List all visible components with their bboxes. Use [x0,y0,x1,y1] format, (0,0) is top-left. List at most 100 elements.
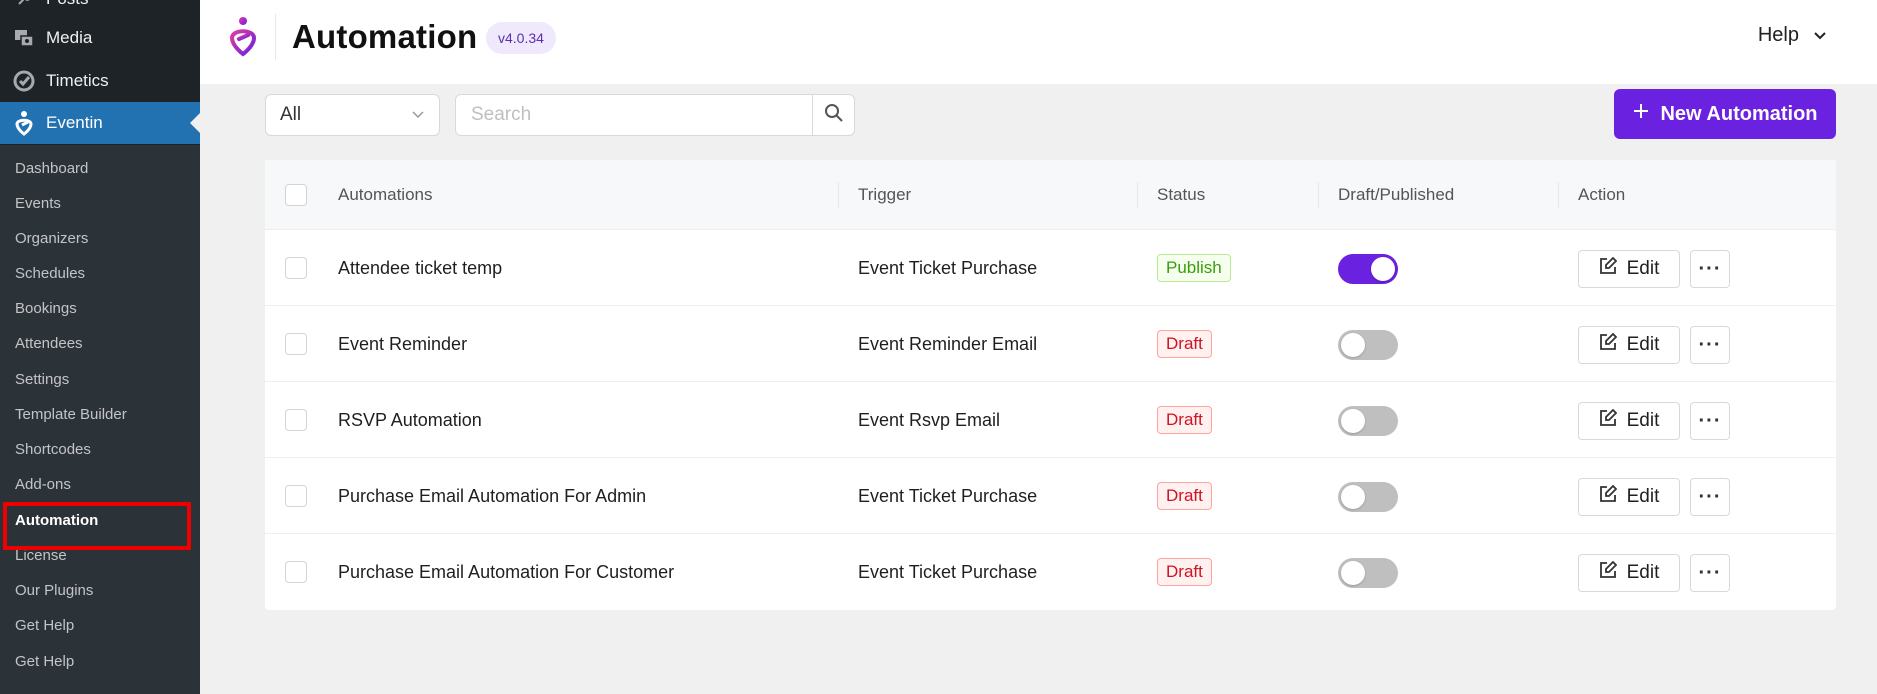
automations-table: Automations Trigger Status Draft/Publish… [265,160,1836,610]
submenu-item-schedules[interactable]: Schedules [15,262,85,286]
new-automation-button[interactable]: New Automation [1614,89,1836,139]
active-indicator [190,113,200,133]
trigger-name: Event Ticket Purchase [858,486,1038,506]
chevron-down-icon [411,104,425,126]
submenu-item-events[interactable]: Events [15,192,61,216]
sidebar-item-label: Timetics [46,71,109,90]
edit-button[interactable]: Edit [1578,554,1680,592]
select-all-checkbox[interactable] [285,184,307,206]
more-icon: ··· [1698,333,1722,356]
status-badge: Draft [1157,330,1212,358]
new-automation-label: New Automation [1660,102,1818,125]
trigger-name: Event Ticket Purchase [858,258,1038,278]
edit-label: Edit [1626,334,1660,355]
table-row: Purchase Email Automation For Customer E… [265,534,1836,610]
more-icon: ··· [1698,485,1722,508]
publish-toggle[interactable] [1338,406,1398,436]
more-icon: ··· [1698,409,1722,432]
header-divider [275,14,276,60]
column-header-status: Status [1157,185,1206,204]
edit-icon [1599,560,1617,585]
automation-name: RSVP Automation [338,410,482,430]
more-icon: ··· [1698,257,1722,280]
edit-button[interactable]: Edit [1578,478,1680,516]
page-header: Automation v4.0.34 Help [200,0,1877,84]
edit-button[interactable]: Edit [1578,250,1680,288]
automation-name: Purchase Email Automation For Customer [338,562,675,582]
table-row: Purchase Email Automation For Admin Even… [265,458,1836,534]
row-checkbox[interactable] [285,257,307,279]
edit-button[interactable]: Edit [1578,402,1680,440]
submenu-item-add-ons[interactable]: Add-ons [15,473,71,497]
help-label: Help [1757,24,1799,46]
sidebar-item-eventin[interactable]: Eventin [0,102,200,144]
submenu-item-template-builder[interactable]: Template Builder [15,403,127,427]
row-checkbox[interactable] [285,561,307,583]
submenu-item-organizers[interactable]: Organizers [15,227,88,251]
more-actions-button[interactable]: ··· [1690,478,1730,516]
trigger-name: Event Reminder Email [858,334,1038,354]
eventin-icon [10,109,38,137]
column-divider [1558,182,1559,208]
submenu-item-dashboard[interactable]: Dashboard [15,157,88,181]
submenu-item-get-help[interactable]: Get Help [15,614,74,638]
column-divider [838,182,839,208]
version-badge: v4.0.34 [486,22,556,54]
status-badge: Draft [1157,482,1212,510]
submenu-item-shortcodes[interactable]: Shortcodes [15,438,91,462]
search-button[interactable] [812,95,854,135]
toggle-knob [1371,257,1395,281]
toggle-knob [1341,561,1365,585]
submenu-item-settings[interactable]: Settings [15,368,69,392]
submenu-item-attendees[interactable]: Attendees [15,332,83,356]
trigger-name: Event Ticket Purchase [858,562,1038,582]
publish-toggle[interactable] [1338,558,1398,588]
edit-icon [1599,408,1617,433]
submenu-item-our-plugins[interactable]: Our Plugins [15,579,93,603]
help-menu[interactable]: Help [1758,24,1827,47]
submenu-item-get-help-2[interactable]: Get Help [15,650,74,674]
more-actions-button[interactable]: ··· [1690,250,1730,288]
edit-button[interactable]: Edit [1578,326,1680,364]
edit-icon [1599,332,1617,357]
filter-value: All [280,104,302,125]
column-divider [1318,182,1319,208]
more-actions-button[interactable]: ··· [1690,402,1730,440]
edit-label: Edit [1626,486,1660,507]
row-checkbox[interactable] [285,333,307,355]
table-row: Attendee ticket temp Event Ticket Purcha… [265,230,1836,306]
eventin-submenu: Dashboard Events Organizers Schedules Bo… [0,145,200,694]
toggle-knob [1341,333,1365,357]
column-header-action: Action [1578,185,1626,204]
edit-label: Edit [1626,562,1660,583]
status-badge: Publish [1157,254,1231,282]
more-actions-button[interactable]: ··· [1690,326,1730,364]
publish-toggle[interactable] [1338,330,1398,360]
toggle-knob [1341,409,1365,433]
sidebar-item-media[interactable]: Media [0,17,200,59]
table-row: Event Reminder Event Reminder Email Draf… [265,306,1836,382]
publish-toggle[interactable] [1338,482,1398,512]
table-header: Automations Trigger Status Draft/Publish… [265,160,1836,230]
more-icon: ··· [1698,561,1722,584]
status-filter-select[interactable]: All [265,94,440,136]
search-input[interactable] [456,95,812,135]
admin-sidebar: Posts Media Timetics Eventin Dashboard E… [0,0,200,694]
submenu-item-bookings[interactable]: Bookings [15,297,77,321]
row-checkbox[interactable] [285,485,307,507]
row-checkbox[interactable] [285,409,307,431]
more-actions-button[interactable]: ··· [1690,554,1730,592]
search-box [455,94,855,136]
sidebar-item-timetics[interactable]: Timetics [0,60,200,102]
chevron-down-icon [1813,24,1827,47]
status-badge: Draft [1157,558,1212,586]
publish-toggle[interactable] [1338,254,1398,284]
status-badge: Draft [1157,406,1212,434]
timetics-icon [10,67,38,95]
pin-icon [10,0,38,13]
sidebar-item-label: Posts [46,0,89,9]
edit-icon [1599,256,1617,281]
trigger-name: Event Rsvp Email [858,410,1001,430]
search-icon [824,103,844,128]
edit-icon [1599,484,1617,509]
